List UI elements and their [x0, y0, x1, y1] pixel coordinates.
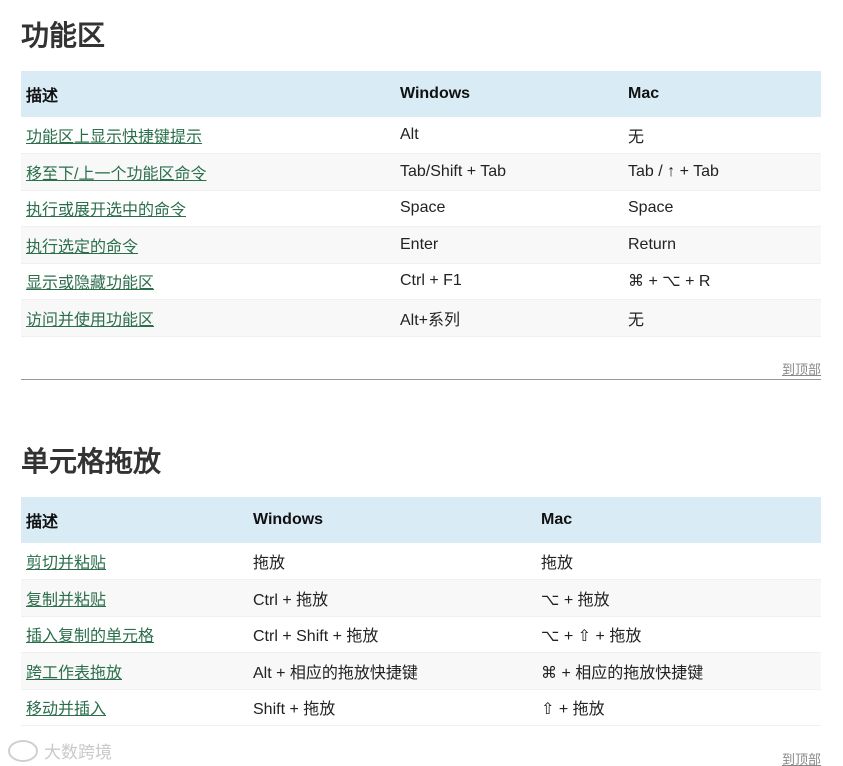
windows-shortcut: Enter [400, 235, 439, 253]
section-title-ribbon: 功能区 [21, 19, 106, 52]
watermark-text: 大数跨境 [44, 743, 112, 763]
windows-shortcut: Alt + 相应的拖放快捷键 [253, 664, 418, 682]
table-row: 功能区上显示快捷键提示 Alt 无 [21, 117, 821, 154]
row-description-link[interactable]: 显示或隐藏功能区 [26, 275, 154, 292]
row-description-link[interactable]: 跨工作表拖放 [26, 665, 122, 682]
table-row: 剪切并粘贴 拖放 拖放 [21, 543, 821, 580]
row-description-link[interactable]: 移动并插入 [26, 701, 106, 718]
row-description-link[interactable]: 执行或展开选中的命令 [26, 202, 186, 219]
mac-shortcut: ⌘ + ⌥ + R [628, 273, 711, 291]
mac-shortcut: ⌥ + 拖放 [541, 591, 610, 609]
row-description-link[interactable]: 复制并粘贴 [26, 592, 106, 609]
mac-shortcut: 拖放 [541, 555, 574, 572]
mac-shortcut: 无 [628, 311, 645, 329]
row-description-link[interactable]: 插入复制的单元格 [26, 628, 154, 645]
table-row: 执行或展开选中的命令 Space Space [21, 190, 821, 227]
windows-shortcut: Ctrl + Shift + 拖放 [253, 628, 379, 646]
section-title-cell-drag-drop: 单元格拖放 [21, 445, 162, 478]
mac-shortcut: ⌘ + 相应的拖放快捷键 [541, 664, 704, 682]
header-windows: Windows [253, 511, 324, 528]
windows-shortcut: Ctrl + 拖放 [253, 591, 329, 609]
row-description-link[interactable]: 访问并使用功能区 [26, 312, 154, 329]
mac-shortcut: Return [628, 235, 677, 253]
windows-shortcut: 拖放 [253, 555, 286, 572]
back-to-top-link[interactable]: 到顶部 [782, 359, 821, 378]
row-description-link[interactable]: 剪切并粘贴 [26, 555, 106, 572]
mac-shortcut: ⌥ + ⇧ + 拖放 [541, 628, 642, 646]
row-description-link[interactable]: 功能区上显示快捷键提示 [26, 129, 202, 146]
table-row: 跨工作表拖放 Alt + 相应的拖放快捷键 ⌘ + 相应的拖放快捷键 [21, 652, 821, 689]
back-to-top-link[interactable]: 到顶部 [782, 749, 821, 766]
header-windows: Windows [400, 85, 471, 102]
mac-shortcut: 无 [628, 129, 645, 146]
windows-shortcut: Alt+系列 [400, 311, 461, 329]
mac-shortcut: Tab / ↑ + Tab [628, 162, 719, 180]
header-mac: Mac [628, 85, 660, 102]
ribbon-shortcuts-table: 描述 Windows Mac 功能区上显示快捷键提示 Alt 无 移至下/上一个… [21, 71, 821, 337]
row-description-link[interactable]: 执行选定的命令 [26, 239, 138, 256]
table-header-row: 描述 Windows Mac [21, 497, 821, 543]
header-description: 描述 [26, 514, 59, 531]
table-row: 执行选定的命令 Enter Return [21, 226, 821, 263]
windows-shortcut: Shift + 拖放 [253, 701, 336, 719]
windows-shortcut: Tab/Shift + Tab [400, 162, 506, 180]
drag-drop-shortcuts-table: 描述 Windows Mac 剪切并粘贴 拖放 拖放 复制并粘贴 Ctrl + … [21, 497, 821, 726]
section-divider [21, 379, 821, 380]
windows-shortcut: Alt [400, 126, 419, 143]
table-row: 访问并使用功能区 Alt+系列 无 [21, 299, 821, 336]
watermark: 大数跨境 [8, 738, 112, 763]
table-row: 移至下/上一个功能区命令 Tab/Shift + Tab Tab / ↑ + T… [21, 153, 821, 190]
windows-shortcut: Space [400, 199, 446, 217]
table-row: 插入复制的单元格 Ctrl + Shift + 拖放 ⌥ + ⇧ + 拖放 [21, 616, 821, 653]
table-row: 显示或隐藏功能区 Ctrl + F1 ⌘ + ⌥ + R [21, 263, 821, 300]
page: 功能区 描述 Windows Mac 功能区上显示快捷键提示 Alt 无 移至下… [0, 0, 843, 766]
row-description-link[interactable]: 移至下/上一个功能区命令 [26, 166, 206, 183]
mac-shortcut: ⇧ + 拖放 [541, 701, 605, 719]
table-header-row: 描述 Windows Mac [21, 71, 821, 117]
table-row: 复制并粘贴 Ctrl + 拖放 ⌥ + 拖放 [21, 579, 821, 616]
watermark-logo-icon [8, 739, 38, 762]
table-row: 移动并插入 Shift + 拖放 ⇧ + 拖放 [21, 689, 821, 726]
windows-shortcut: Ctrl + F1 [400, 272, 462, 290]
header-mac: Mac [541, 511, 573, 528]
mac-shortcut: Space [628, 199, 674, 217]
header-description: 描述 [26, 88, 59, 105]
